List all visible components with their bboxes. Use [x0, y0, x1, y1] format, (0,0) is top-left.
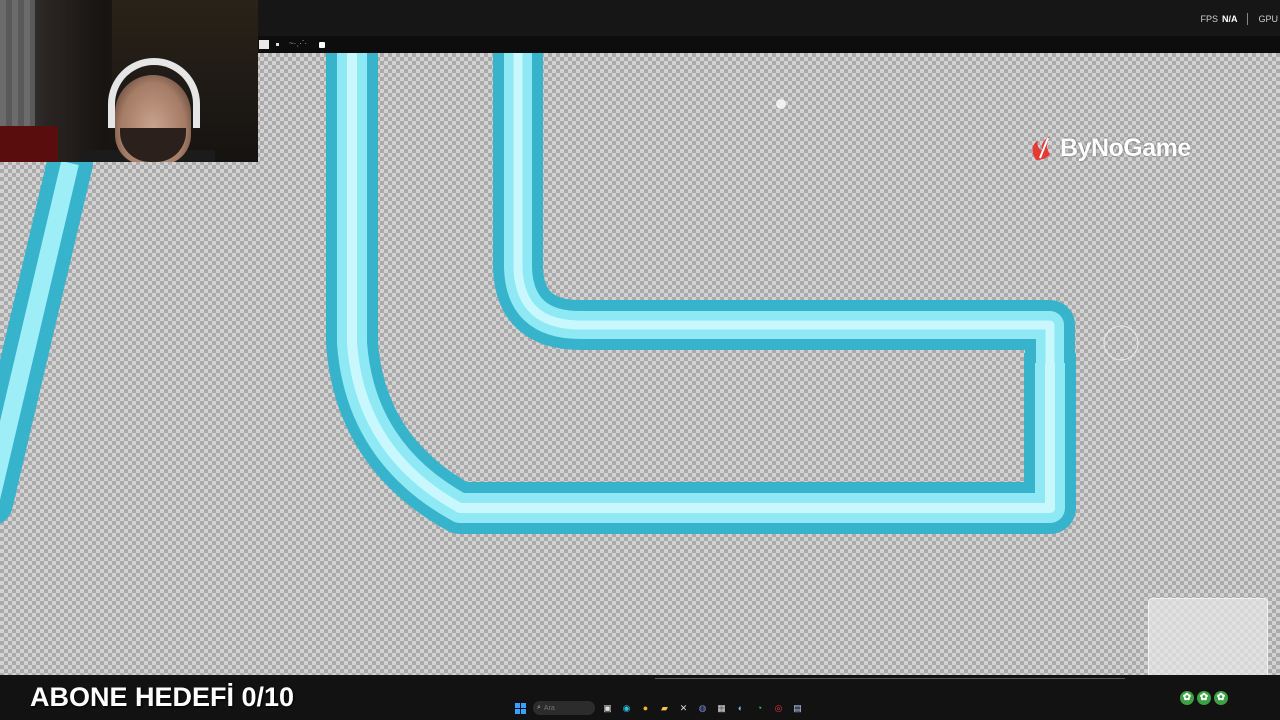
- logo-text: ByNoGame: [1060, 133, 1191, 162]
- windows-start-icon[interactable]: [514, 702, 527, 715]
- clover-icon: ✿: [1197, 691, 1211, 705]
- fps-label: FPS: [1200, 14, 1218, 24]
- divider: [1247, 13, 1249, 25]
- brush-cursor: [1103, 325, 1139, 361]
- obs-icon[interactable]: ◎: [772, 702, 785, 715]
- chrome-icon[interactable]: ●: [639, 702, 652, 715]
- gpu-label: GPU: [1258, 14, 1278, 24]
- discord-icon[interactable]: ◍: [696, 702, 709, 715]
- windows-taskbar: ⌕ ▣ ◉ ● ▰ ✕ ◍ ▦ ◐ ◔ ◎ ▤: [514, 699, 804, 717]
- flame-logo-icon: [1032, 136, 1050, 160]
- fps-value: N/A: [1221, 14, 1238, 24]
- clover-icon: ✿: [1180, 691, 1194, 705]
- performance-readout: FPS N/A GPU: [1200, 12, 1280, 26]
- whatsapp-icon[interactable]: ◔: [753, 702, 766, 715]
- bynogame-logo: ByNoGame: [1030, 131, 1191, 165]
- brush-stroke-icon[interactable]: ~·⋰·: [289, 40, 315, 48]
- subscriber-goal: ABONE HEDEFİ 0/10: [30, 682, 295, 712]
- store-icon[interactable]: ▦: [715, 702, 728, 715]
- slider-handle-icon[interactable]: [319, 42, 325, 48]
- webcam-overlay: [0, 0, 258, 162]
- taskbar-search[interactable]: ⌕: [533, 701, 595, 715]
- divider-line: [655, 678, 1125, 679]
- file-explorer-icon[interactable]: ▰: [658, 702, 671, 715]
- brush-size-icon[interactable]: [276, 43, 279, 46]
- task-view-icon[interactable]: ▣: [601, 702, 614, 715]
- x-app-icon[interactable]: ✕: [677, 702, 690, 715]
- gaming-chair: [0, 126, 58, 162]
- overlay-icons: ✿ ✿ ✿: [1180, 691, 1228, 705]
- edge-browser-icon[interactable]: ◉: [620, 702, 633, 715]
- clover-icon: ✿: [1214, 691, 1228, 705]
- paint-app-icon[interactable]: ▤: [791, 702, 804, 715]
- color-swatch-icon[interactable]: [259, 40, 269, 49]
- stroke-big-curve: [326, 53, 1076, 534]
- search-icon: ⌕: [537, 704, 541, 711]
- search-input[interactable]: [543, 704, 584, 712]
- steam-icon[interactable]: ◐: [734, 702, 747, 715]
